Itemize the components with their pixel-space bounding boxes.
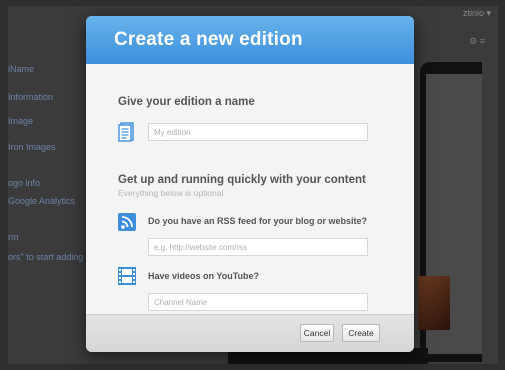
youtube-channel-input[interactable] bbox=[148, 293, 368, 311]
create-button[interactable]: Create bbox=[342, 324, 380, 342]
rss-feed-input[interactable] bbox=[148, 238, 368, 256]
account-menu: ztinio ▾ bbox=[462, 8, 491, 18]
toolbar-icons: ⚙ ≡ bbox=[469, 36, 485, 46]
edition-name-input[interactable] bbox=[148, 123, 368, 141]
document-icon bbox=[118, 122, 134, 142]
youtube-question: Have videos on YouTube? bbox=[148, 271, 260, 281]
sidebar-item: rm bbox=[8, 232, 19, 242]
rss-question: Do you have an RSS feed for your blog or… bbox=[148, 216, 368, 226]
content-section-subheading: Everything below is optional bbox=[118, 188, 224, 198]
dialog-body: Give your edition a name Get up and runn… bbox=[86, 64, 414, 314]
dialog-header: Create a new edition bbox=[86, 16, 414, 64]
name-section-heading: Give your edition a name bbox=[118, 96, 255, 108]
sidebar-item: ogo info bbox=[8, 178, 41, 188]
content-section-heading: Get up and running quickly with your con… bbox=[118, 174, 366, 186]
sidebar-item: Google Analytics bbox=[8, 196, 76, 206]
create-edition-dialog: Create a new edition Give your edition a… bbox=[86, 16, 414, 352]
preview-photo bbox=[418, 276, 450, 330]
sidebar-item: Iron Images bbox=[8, 142, 56, 152]
dialog-title: Create a new edition bbox=[114, 29, 303, 50]
sidebar-item: Information bbox=[8, 92, 54, 102]
dialog-footer: Cancel Create bbox=[86, 314, 414, 352]
film-icon bbox=[118, 267, 136, 285]
sidebar-item: iName bbox=[8, 64, 35, 74]
rss-icon bbox=[118, 213, 136, 231]
sidebar-item: ors" to start adding bbox=[8, 252, 84, 262]
sidebar-item: Image bbox=[8, 116, 34, 126]
cancel-button[interactable]: Cancel bbox=[300, 324, 334, 342]
